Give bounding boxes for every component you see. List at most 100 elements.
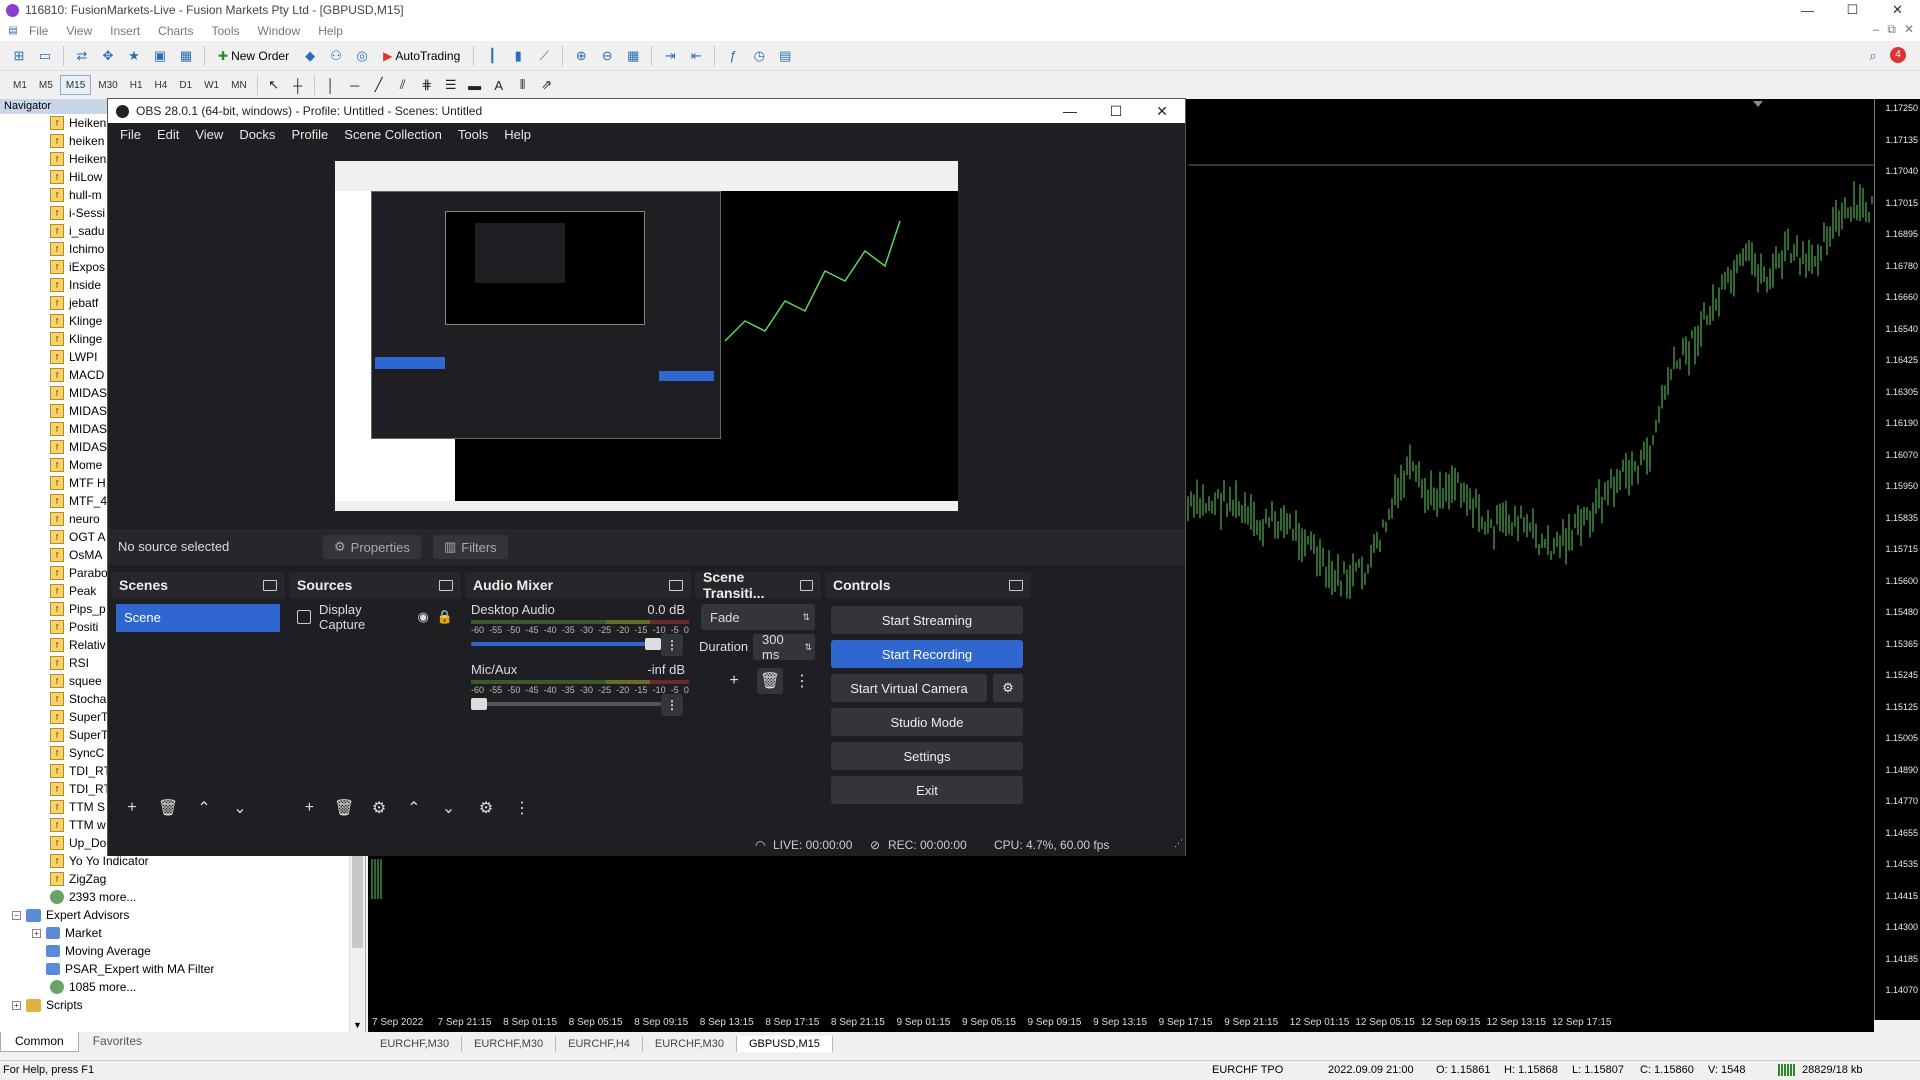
navigator-more-item[interactable]: 2393 more... xyxy=(0,888,350,906)
profiles-icon[interactable]: ▭ xyxy=(34,45,56,67)
zoom-out-icon[interactable]: ⊖ xyxy=(596,45,618,67)
collapse-icon[interactable]: − xyxy=(12,910,21,920)
mdi-minimize-icon[interactable]: – xyxy=(1873,22,1880,37)
data-window-icon[interactable]: ✥ xyxy=(97,45,119,67)
obs-menu-edit[interactable]: Edit xyxy=(149,127,187,142)
resize-grip-icon[interactable]: ⋰ xyxy=(1174,838,1183,849)
menu-charts[interactable]: Charts xyxy=(149,24,202,38)
periods-icon[interactable]: ◷ xyxy=(748,45,770,67)
navigator-indicator-item[interactable]: f ZigZag xyxy=(0,870,350,888)
templates-icon[interactable]: ▤ xyxy=(774,45,796,67)
search-icon[interactable]: ⌕ xyxy=(1862,45,1884,67)
remove-scene-icon[interactable]: 🗑 xyxy=(155,795,181,821)
menu-view[interactable]: View xyxy=(57,24,101,38)
market-icon[interactable]: ◎ xyxy=(351,45,373,67)
tester-icon[interactable]: ▦ xyxy=(175,45,197,67)
tab-common[interactable]: Common xyxy=(0,1032,79,1052)
timeframe-m1[interactable]: M1 xyxy=(8,75,32,95)
chart-tab[interactable]: EURCHF,H4 xyxy=(556,1036,643,1052)
obs-menu-file[interactable]: File xyxy=(112,127,149,142)
undock-icon[interactable] xyxy=(439,579,453,591)
undock-icon[interactable] xyxy=(263,579,277,591)
virtual-camera-settings-icon[interactable]: ⚙ xyxy=(993,674,1023,702)
eye-icon[interactable]: ◉ xyxy=(417,609,428,625)
menu-window[interactable]: Window xyxy=(249,24,310,38)
indicators-icon[interactable]: ƒ xyxy=(722,45,744,67)
obs-maximize-icon[interactable]: ☐ xyxy=(1093,99,1139,123)
meta-editor-icon[interactable]: ◆ xyxy=(299,45,321,67)
settings-button[interactable]: Settings xyxy=(831,742,1023,770)
horizontal-line-icon[interactable]: ─ xyxy=(344,74,366,96)
signals-icon[interactable]: ⚇ xyxy=(325,45,347,67)
scene-item[interactable]: Scene xyxy=(116,604,280,632)
menu-help[interactable]: Help xyxy=(309,24,352,38)
chart-shift-marker[interactable] xyxy=(1753,101,1763,107)
menu-tools[interactable]: Tools xyxy=(203,24,249,38)
candlestick-icon[interactable]: ▮ xyxy=(507,45,529,67)
navigator-more-item[interactable]: 1085 more... xyxy=(0,978,350,996)
undock-icon[interactable] xyxy=(669,579,683,591)
expand-icon[interactable]: + xyxy=(32,928,41,938)
add-scene-icon[interactable]: + xyxy=(119,795,145,821)
navigator-expert-item[interactable]: Moving Average xyxy=(0,942,350,960)
vertical-line-icon[interactable]: │ xyxy=(320,74,342,96)
obs-menu-docks[interactable]: Docks xyxy=(231,127,283,142)
move-up-icon[interactable]: ⌃ xyxy=(191,795,217,821)
timeframe-w1[interactable]: W1 xyxy=(199,75,224,95)
trendline-icon[interactable]: ╱ xyxy=(368,74,390,96)
timeframe-m5[interactable]: M5 xyxy=(34,75,58,95)
mdi-restore-icon[interactable]: ⧉ xyxy=(1887,22,1896,37)
grid-lines-icon[interactable]: ⦀ xyxy=(512,74,534,96)
notification-badge-icon[interactable]: 4 xyxy=(1890,47,1906,63)
line-chart-icon[interactable]: ⟋ xyxy=(533,45,555,67)
chart-shift-icon[interactable]: ⇤ xyxy=(685,45,707,67)
desktop-audio-menu-icon[interactable]: ⋮ xyxy=(661,634,683,656)
navigator-expert-item[interactable]: PSAR_Expert with MA Filter xyxy=(0,960,350,978)
timeframe-mn[interactable]: MN xyxy=(226,75,252,95)
timeframe-d1[interactable]: D1 xyxy=(174,75,197,95)
desktop-audio-volume-slider[interactable] xyxy=(471,638,661,650)
source-settings-icon[interactable]: ⚙ xyxy=(367,795,392,821)
start-streaming-button[interactable]: Start Streaming xyxy=(831,606,1023,634)
mdi-close-icon[interactable]: ✕ xyxy=(1904,22,1914,37)
new-order-button[interactable]: ✚ New Order xyxy=(212,45,295,67)
expand-icon[interactable]: + xyxy=(12,1000,21,1010)
rectangle-icon[interactable]: ▬ xyxy=(464,74,486,96)
scroll-down-icon[interactable]: ▼ xyxy=(353,1020,362,1030)
channel-icon[interactable]: ⫽ xyxy=(392,74,414,96)
chart-tab[interactable]: EURCHF,M30 xyxy=(368,1036,463,1052)
move-down-icon[interactable]: ⌄ xyxy=(227,795,253,821)
auto-scroll-icon[interactable]: ⇥ xyxy=(659,45,681,67)
terminal-icon[interactable]: ▣ xyxy=(149,45,171,67)
transition-select[interactable]: Fade ⇅ xyxy=(701,604,815,630)
obs-minimize-icon[interactable]: — xyxy=(1047,99,1093,123)
navigator-scripts[interactable]: + Scripts xyxy=(0,996,350,1014)
start-recording-button[interactable]: Start Recording xyxy=(831,640,1023,668)
timeframe-h1[interactable]: H1 xyxy=(125,75,148,95)
timeframe-h4[interactable]: H4 xyxy=(150,75,173,95)
undock-icon[interactable] xyxy=(800,579,813,591)
menu-insert[interactable]: Insert xyxy=(101,24,149,38)
chart-tab[interactable]: EURCHF,M30 xyxy=(643,1036,737,1052)
obs-close-icon[interactable]: ✕ xyxy=(1139,99,1185,123)
obs-preview[interactable] xyxy=(335,161,958,511)
tab-favorites[interactable]: Favorites xyxy=(78,1032,157,1052)
obs-menu-tools[interactable]: Tools xyxy=(450,127,496,142)
bar-chart-icon[interactable]: ┃ xyxy=(481,45,503,67)
navigator-icon[interactable]: ★ xyxy=(123,45,145,67)
duration-spinbox[interactable]: 300 ms ⇅ xyxy=(753,632,815,662)
undock-icon[interactable] xyxy=(1009,579,1023,591)
remove-source-icon[interactable]: 🗑 xyxy=(332,795,357,821)
new-chart-icon[interactable]: ⊞ xyxy=(8,45,30,67)
mic-aux-volume-slider[interactable] xyxy=(471,698,661,710)
minimize-icon[interactable]: — xyxy=(1785,0,1830,20)
arrows-icon[interactable]: ⇗ xyxy=(536,74,558,96)
mic-aux-menu-icon[interactable]: ⋮ xyxy=(661,694,683,716)
fibonacci-icon[interactable]: ☰ xyxy=(440,74,462,96)
mixer-menu-icon[interactable]: ⋮ xyxy=(509,795,535,821)
tile-windows-icon[interactable]: ▦ xyxy=(622,45,644,67)
move-up-icon[interactable]: ⌃ xyxy=(401,795,426,821)
market-watch-icon[interactable]: ⇄ xyxy=(71,45,93,67)
transition-menu-icon[interactable]: ⋮ xyxy=(789,668,815,694)
obs-menu-profile[interactable]: Profile xyxy=(283,127,336,142)
